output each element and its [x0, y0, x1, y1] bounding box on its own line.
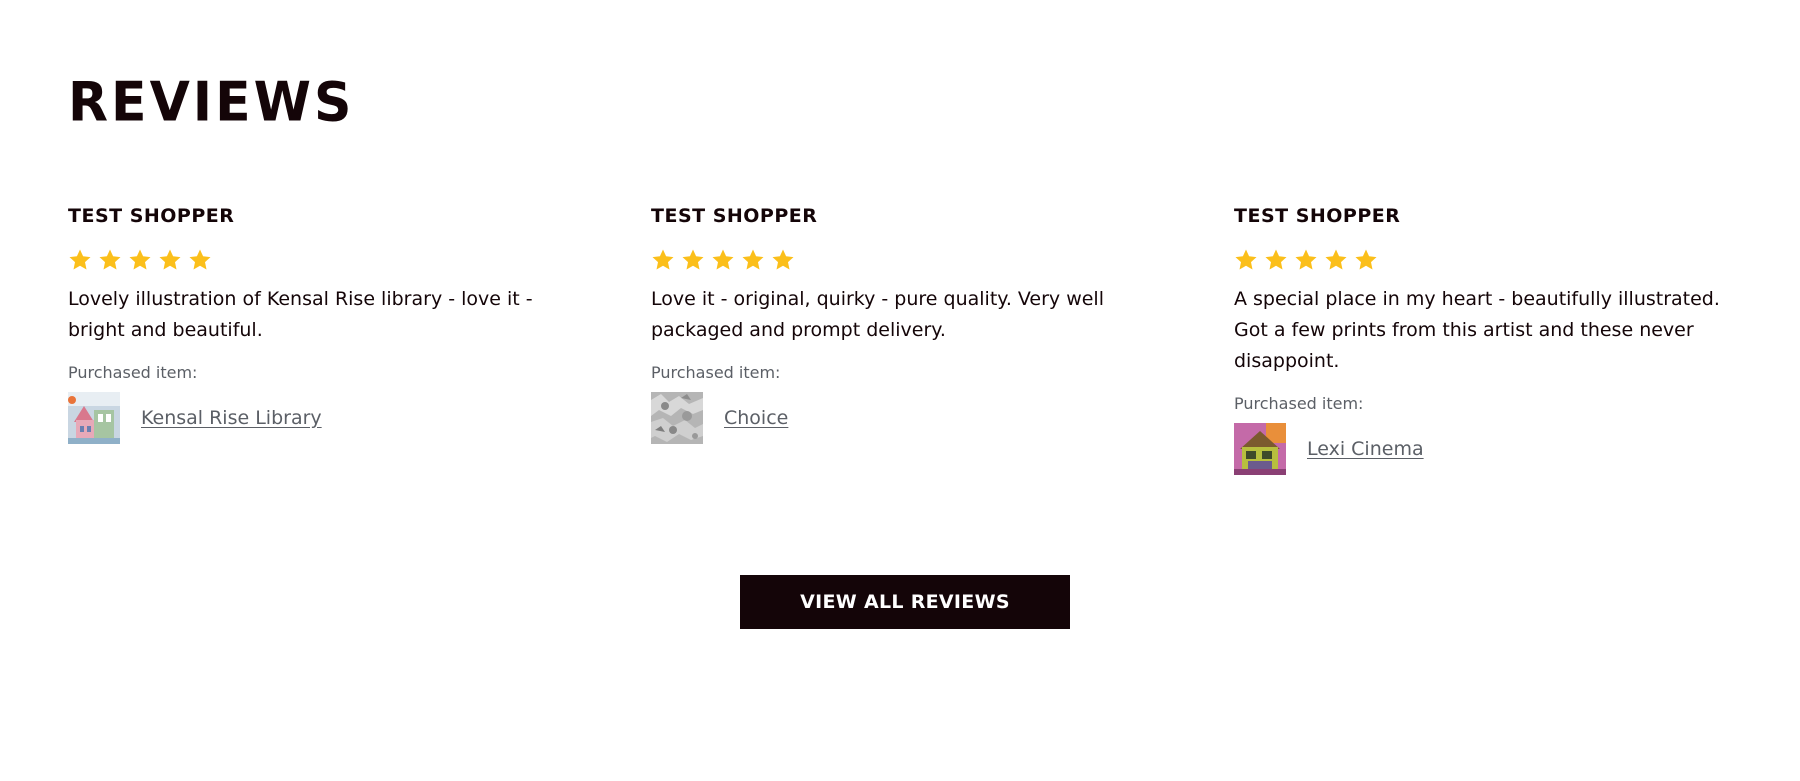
reviews-section: REVIEWS TEST SHOPPER Lovely illustration…	[68, 0, 1732, 781]
star-icon	[129, 249, 151, 270]
reviewer-name: TEST SHOPPER	[1234, 205, 1401, 227]
star-icon	[712, 249, 734, 270]
star-icon	[682, 249, 704, 270]
review-text: Love it - original, quirky - pure qualit…	[651, 288, 1104, 341]
star-icon	[1235, 249, 1257, 270]
purchased-item-link[interactable]: Kensal Rise Library	[141, 406, 322, 430]
lexi-cinema-thumbnail[interactable]	[1234, 423, 1286, 475]
section-title: REVIEWS	[68, 71, 355, 135]
star-rating	[1234, 248, 1800, 274]
review-card: TEST SHOPPER Lovely illustration of Kens…	[68, 204, 651, 475]
kensal-rise-library-thumbnail[interactable]	[68, 392, 120, 444]
star-rating	[651, 248, 1234, 274]
purchased-item-link[interactable]: Choice	[724, 406, 788, 430]
purchased-item: Lexi Cinema	[1234, 423, 1800, 475]
review-card: TEST SHOPPER A special place in my heart…	[1234, 204, 1800, 475]
star-icon	[1325, 249, 1347, 270]
star-icon	[1295, 249, 1317, 270]
reviews-list: TEST SHOPPER Lovely illustration of Kens…	[68, 204, 1732, 475]
star-icon	[652, 249, 674, 270]
review-text: A special place in my heart - beautifull…	[1234, 288, 1720, 372]
star-rating	[68, 248, 651, 274]
star-icon	[189, 249, 211, 270]
star-icon	[1355, 249, 1377, 270]
reviewer-name: TEST SHOPPER	[68, 205, 235, 227]
purchased-item: Kensal Rise Library	[68, 392, 651, 444]
reviewer-name: TEST SHOPPER	[651, 205, 818, 227]
star-icon	[1265, 249, 1287, 270]
star-icon	[742, 249, 764, 270]
purchased-item-label: Purchased item:	[68, 363, 198, 382]
star-icon	[69, 249, 91, 270]
purchased-item-link[interactable]: Lexi Cinema	[1307, 437, 1424, 461]
purchased-item: Choice	[651, 392, 1234, 444]
view-all-reviews-button[interactable]: VIEW ALL REVIEWS	[740, 575, 1070, 629]
star-icon	[99, 249, 121, 270]
review-card: TEST SHOPPER Love it - original, quirky …	[651, 204, 1234, 475]
choice-thumbnail[interactable]	[651, 392, 703, 444]
review-text: Lovely illustration of Kensal Rise libra…	[68, 288, 533, 341]
purchased-item-label: Purchased item:	[651, 363, 781, 382]
star-icon	[772, 249, 794, 270]
purchased-item-label: Purchased item:	[1234, 394, 1364, 413]
star-icon	[159, 249, 181, 270]
